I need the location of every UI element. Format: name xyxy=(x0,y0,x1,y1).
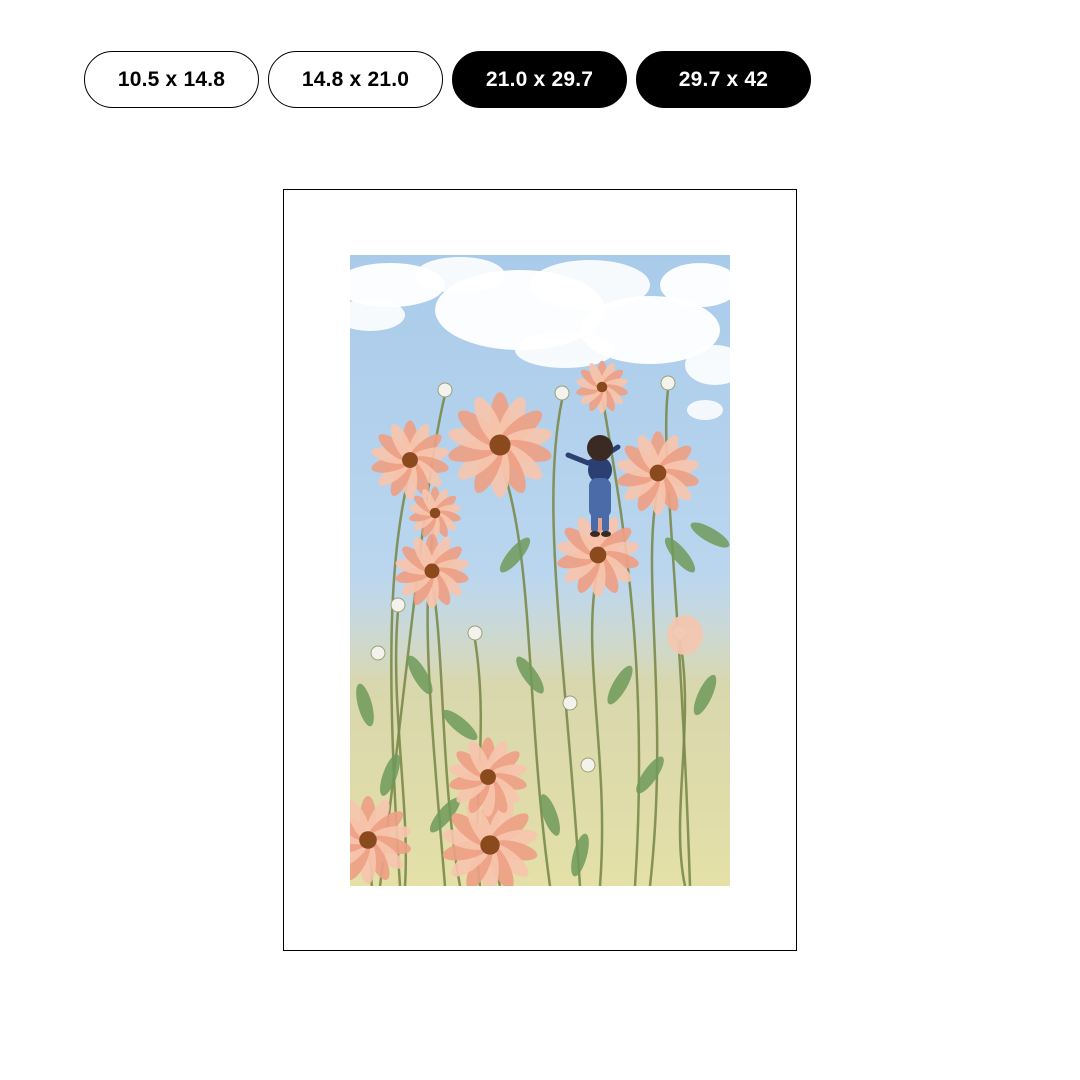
size-option-14-8x21-0[interactable]: 14.8 x 21.0 xyxy=(268,51,443,108)
size-option-10-5x14-8[interactable]: 10.5 x 14.8 xyxy=(84,51,259,108)
size-option-21-0x29-7[interactable]: 21.0 x 29.7 xyxy=(452,51,627,108)
print-frame-preview xyxy=(283,189,797,951)
watercolor-flower-field-illustration xyxy=(350,255,730,886)
artwork-image xyxy=(350,255,730,886)
size-option-29-7x42[interactable]: 29.7 x 42 xyxy=(636,51,811,108)
